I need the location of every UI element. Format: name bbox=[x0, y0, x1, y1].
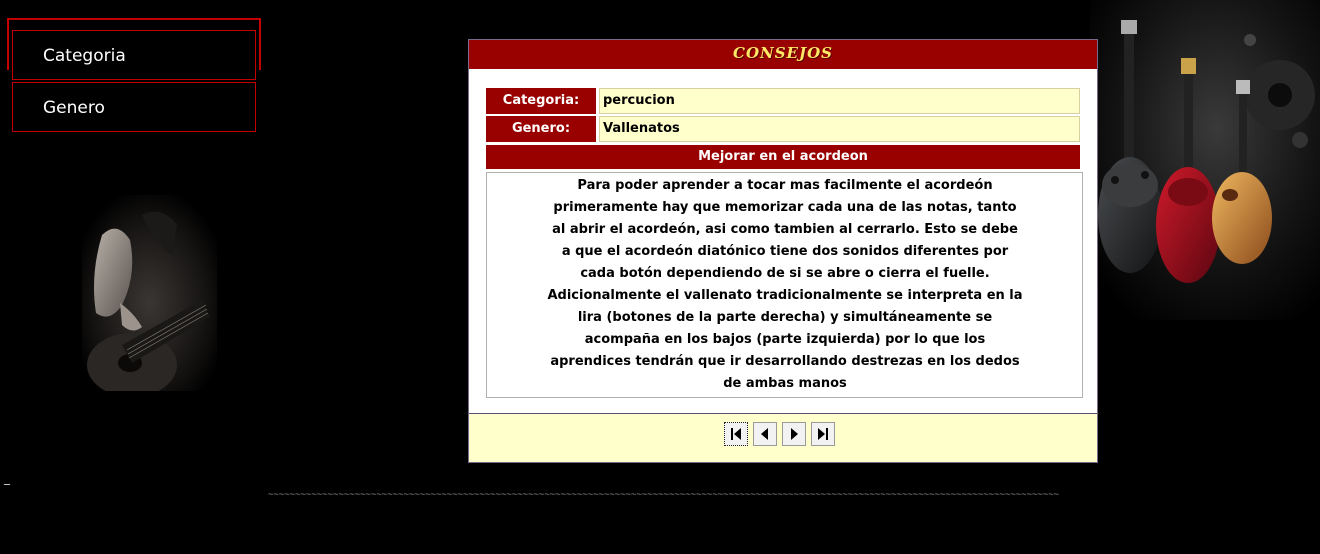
guitars-image bbox=[1090, 0, 1320, 320]
page: Categoria Genero CONSEJOS Categoria: per… bbox=[0, 0, 1320, 554]
field-row-genero: Genero: Vallenatos bbox=[486, 116, 1080, 142]
first-page-button[interactable] bbox=[724, 422, 748, 446]
menu-item-label: Genero bbox=[43, 98, 105, 118]
next-page-icon bbox=[791, 428, 798, 440]
previous-page-button[interactable] bbox=[753, 422, 777, 446]
menu-item-genero[interactable]: Genero bbox=[12, 82, 256, 132]
footer-dash: _ bbox=[4, 471, 10, 485]
first-page-icon bbox=[731, 428, 741, 440]
next-page-button[interactable] bbox=[782, 422, 806, 446]
panel-title: CONSEJOS bbox=[469, 40, 1097, 70]
last-page-icon bbox=[818, 428, 828, 440]
field-label: Genero: bbox=[486, 116, 596, 142]
last-page-button[interactable] bbox=[811, 422, 835, 446]
field-row-categoria: Categoria: percucion bbox=[486, 88, 1080, 114]
navigation-bar bbox=[469, 413, 1097, 462]
previous-page-icon bbox=[761, 428, 768, 440]
menu-item-categoria[interactable]: Categoria bbox=[12, 30, 256, 80]
tip-body-text: Para poder aprender a tocar mas facilmen… bbox=[547, 178, 1023, 391]
consejos-panel: CONSEJOS Categoria: percucion Genero: Va… bbox=[468, 39, 1098, 463]
menu-item-label: Categoria bbox=[43, 46, 126, 66]
field-value: percucion bbox=[599, 88, 1080, 114]
tip-body-box: Para poder aprender a tocar mas facilmen… bbox=[486, 172, 1083, 398]
footer-separator: ~~~~~~~~~~~~~~~~~~~~~~~~~~~~~~~~~~~~~~~~… bbox=[268, 490, 1060, 500]
field-value: Vallenatos bbox=[599, 116, 1080, 142]
tip-heading: Mejorar en el acordeon bbox=[486, 145, 1080, 169]
field-label: Categoria: bbox=[486, 88, 596, 114]
guitarist-image bbox=[82, 195, 217, 391]
